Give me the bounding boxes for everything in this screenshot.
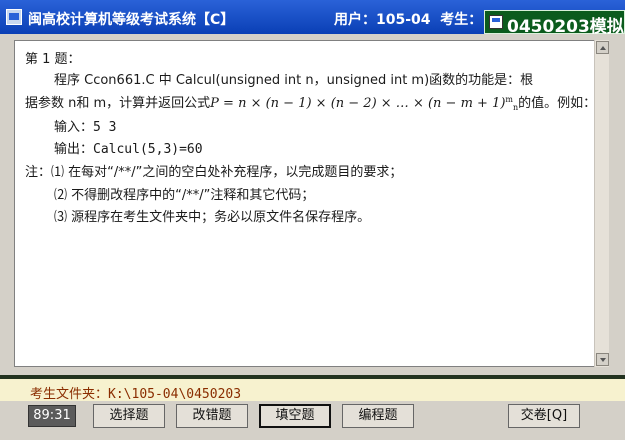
user-id: 105-04 (376, 12, 431, 28)
formula-subscript: n (513, 103, 519, 112)
problem-content: 第 1 题： 程序 Ccon661.C 中 Calcul(unsigned in… (14, 40, 596, 367)
program-question-button[interactable]: 编程题 (342, 404, 414, 428)
formula-main: P = n × (n − 1) × (n − 2) × … × (n − m +… (210, 96, 506, 111)
problem-line-2: 据参数 n和 m，计算并返回公式P = n × (n − 1) × (n − 2… (25, 92, 597, 112)
candidate-folder-status: 考生文件夹：K:\105-04\0450203 (30, 383, 241, 402)
window-title: 闽高校计算机等级考试系统【C】 (28, 12, 235, 28)
scroll-up-button[interactable] (596, 41, 609, 54)
scroll-down-button[interactable] (596, 353, 609, 366)
fill-question-button[interactable]: 填空题 (259, 404, 331, 428)
floating-window-icon (489, 15, 503, 29)
problem-heading: 第 1 题： (25, 52, 81, 67)
user-label: 用户： (334, 12, 376, 28)
candidate-label: 考生： (440, 12, 483, 28)
input-example: 输入：5 3 (54, 120, 117, 135)
submit-button[interactable]: 交卷[Q] (508, 404, 580, 428)
problem-line-2-suffix: 的值。例如： (518, 96, 597, 111)
vertical-scrollbar[interactable] (594, 40, 609, 367)
note-3: ⑶ 源程序在考生文件夹中；务必以原文件名保存程序。 (54, 210, 371, 225)
formula-superscript: m (505, 95, 513, 104)
problem-line-2-prefix: 据参数 n和 m，计算并返回公式 (25, 96, 211, 111)
select-question-button[interactable]: 选择题 (93, 404, 165, 428)
exam-window: 闽高校计算机等级考试系统【C】 用户：105-04 考生： 0450203模拟2… (0, 0, 625, 440)
note-2: ⑵ 不得删改程序中的“/**/”注释和其它代码； (54, 188, 315, 203)
timer-display: 89:31 (28, 405, 76, 427)
floating-candidate-panel[interactable]: 0450203模拟2 (484, 10, 625, 37)
note-1: 注：⑴ 在每对“/**/”之间的空白处补充程序，以完成题目的要求； (25, 165, 403, 180)
problem-line-1: 程序 Ccon661.C 中 Calcul(unsigned int n，uns… (54, 73, 534, 88)
formula: P = n × (n − 1) × (n − 2) × … × (n − m +… (210, 95, 519, 112)
app-window-icon (6, 9, 22, 25)
output-example: 输出：Calcul(5,3)=60 (54, 142, 203, 157)
fix-question-button[interactable]: 改错题 (176, 404, 248, 428)
folder-path: K:\105-04\0450203 (108, 387, 242, 402)
user-info: 用户：105-04 考生： (334, 9, 482, 29)
folder-label: 考生文件夹： (30, 387, 109, 402)
